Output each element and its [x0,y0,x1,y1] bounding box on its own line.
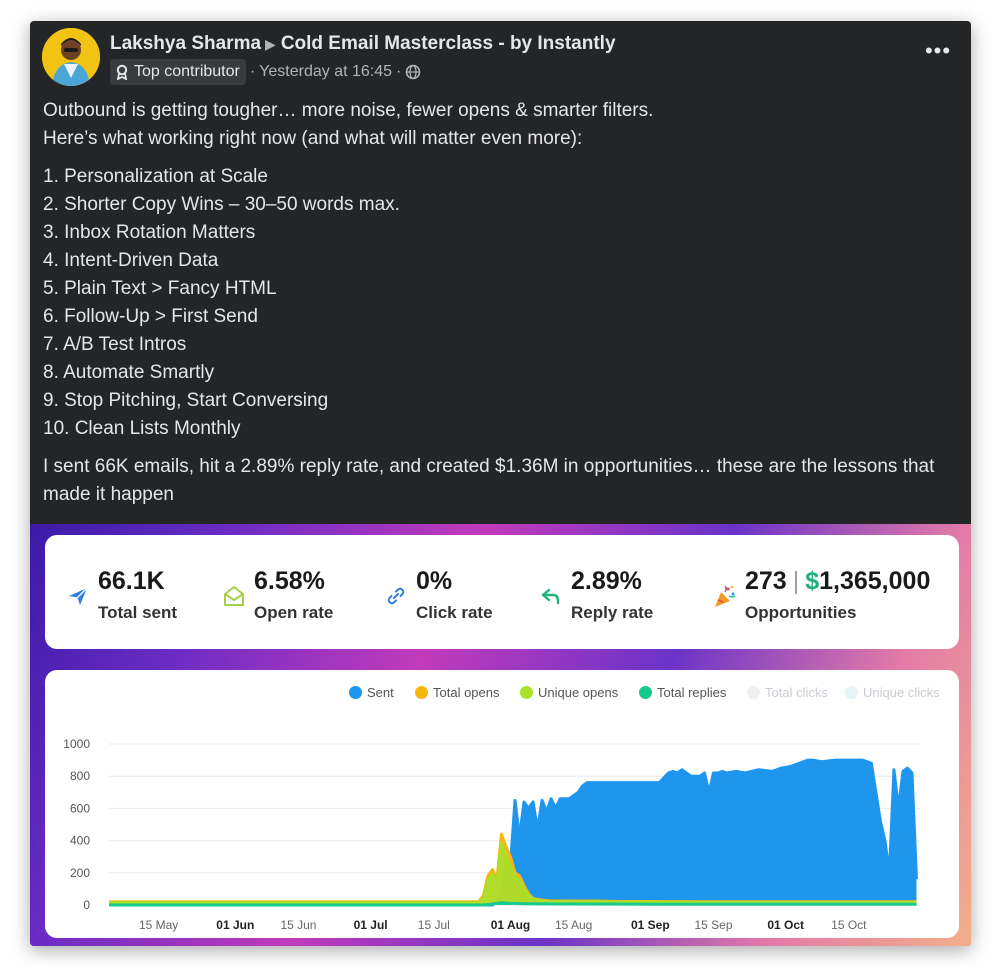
more-options-icon[interactable]: ••• [923,38,953,63]
x-tick-label: 15 Aug [555,918,592,932]
list-item: 5. Plain Text > Fancy HTML [43,278,277,299]
meta-separator: · [396,63,402,80]
post-image[interactable]: 66.1K Total sent 6.58% Open rate 0% Clic… [30,524,971,946]
author-avatar[interactable] [42,28,100,86]
stats-panel: 66.1K Total sent 6.58% Open rate 0% Clic… [45,535,959,649]
post-card: Lakshya Sharma ▶ Cold Email Masterclass … [30,21,971,946]
post-body: Outbound is getting tougher… more noise,… [43,97,953,519]
x-tick-label: 15 Jul [418,918,450,932]
intro-line-2: Here’s what working right now (and what … [43,128,583,149]
caret-right-icon: ▶ [265,35,276,52]
list-item: 7. A/B Test Intros [43,334,187,355]
x-tick-label: 15 Jun [280,918,316,932]
x-tick-label: 15 May [139,918,178,932]
y-tick-label: 400 [70,834,90,848]
x-tick-label: 15 Sep [694,918,732,932]
opportunity-count: 273 [745,567,787,595]
intro-line-1: Outbound is getting tougher… more noise,… [43,100,654,121]
award-ribbon-icon [116,64,128,80]
badge-label: Top contributor [134,63,240,80]
analytics-chart: Sent Total opens Unique opens Total repl… [45,670,959,938]
list-item: 4. Intent-Driven Data [43,250,219,271]
y-tick-label: 200 [70,866,90,880]
y-tick-label: 0 [83,898,90,912]
stat-label: Open rate [254,603,334,622]
chart-plot: 0 200 400 600 800 1000 15 May 01 Jun 15 Jun 01 Ju… [63,737,921,932]
list-item: 10. Clean Lists Monthly [43,418,241,439]
stat-value: 0% [416,567,453,595]
y-tick-label: 1000 [63,737,90,751]
group-name[interactable]: Cold Email Masterclass - by Instantly [281,33,616,55]
stat-label: Click rate [416,603,493,622]
globe-icon [406,64,421,80]
value-separator: | [792,567,800,595]
stat-value: 66.1K [98,567,165,595]
stat-value: 2.89% [571,567,642,595]
opportunity-value: 1,365,000 [819,567,931,595]
link-icon [387,587,405,605]
tips-list: 1. Personalization at Scale 2. Shorter C… [43,163,953,443]
stat-value: 273 | $1,365,000 [745,567,930,596]
stat-label: Opportunities [745,603,857,622]
list-item: 3. Inbox Rotation Matters [43,222,256,243]
top-contributor-badge[interactable]: Top contributor [110,59,246,85]
list-item: 8. Automate Smartly [43,362,215,383]
post-intro: Outbound is getting tougher… more noise,… [43,97,953,153]
paper-plane-icon [69,587,88,605]
stat-value: 6.58% [254,567,325,595]
stat-label: Reply rate [571,603,654,622]
x-tick-label: 01 Oct [767,918,804,932]
list-item: 6. Follow-Up > First Send [43,306,258,327]
y-tick-label: 800 [70,769,90,783]
x-tick-label: 01 Aug [491,918,531,932]
x-tick-label: 01 Sep [631,918,670,932]
meta-separator: · [249,63,256,80]
stat-label: Total sent [98,603,178,622]
list-item: 9. Stop Pitching, Start Conversing [43,390,329,411]
author-name[interactable]: Lakshya Sharma [110,33,261,55]
currency-symbol: $ [805,567,820,595]
y-tick-label: 600 [70,801,90,815]
post-closing: I sent 66K emails, hit a 2.89% reply rat… [43,456,935,505]
x-tick-label: 01 Jun [216,918,254,932]
party-popper-icon [715,585,736,607]
list-item: 2. Shorter Copy Wins – 30–50 words max. [43,194,400,215]
x-tick-label: 01 Jul [354,918,388,932]
post-timestamp[interactable]: Yesterday at 16:45 [259,63,392,81]
envelope-open-icon [224,586,244,606]
reply-arrow-icon [541,588,560,605]
post-meta: Top contributor · Yesterday at 16:45 · [110,59,421,85]
x-tick-label: 15 Oct [831,918,867,932]
list-item: 1. Personalization at Scale [43,166,268,187]
author-line: Lakshya Sharma ▶ Cold Email Masterclass … [110,31,616,57]
